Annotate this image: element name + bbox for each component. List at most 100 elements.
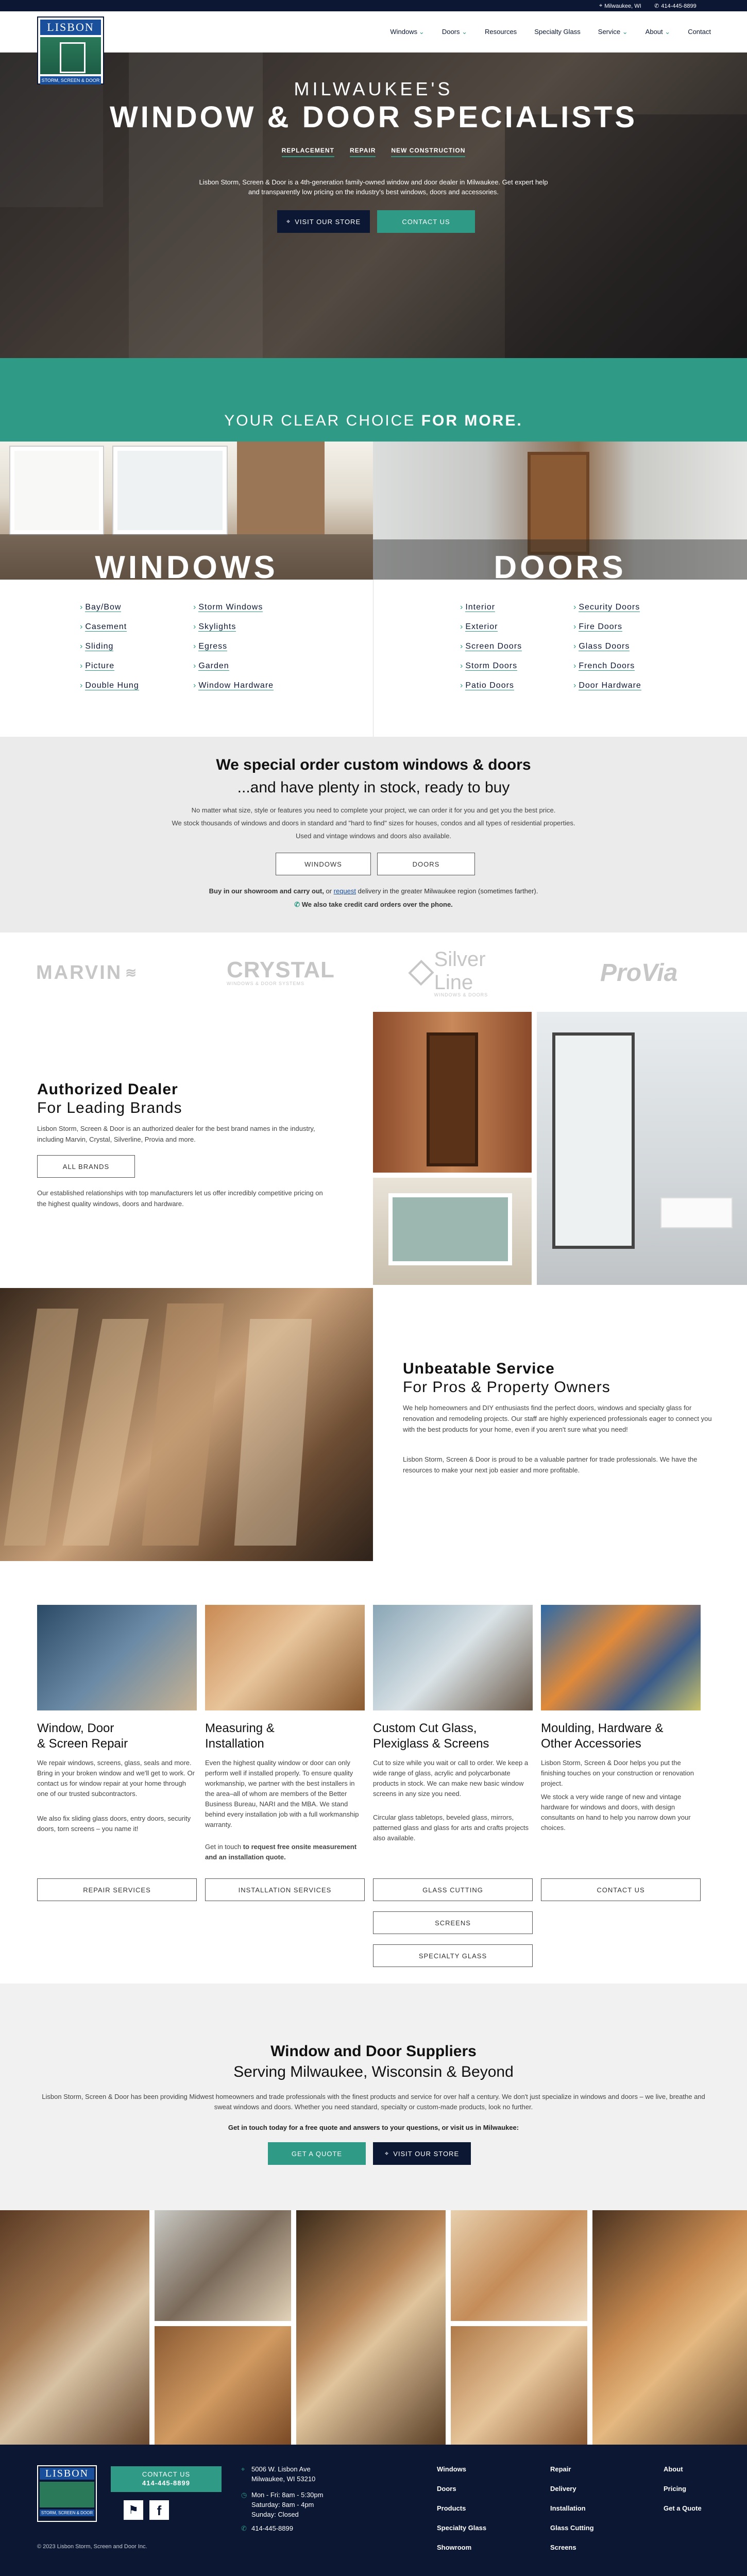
nav-windows[interactable]: Windows ⌄ bbox=[390, 28, 424, 36]
footer-link-screens[interactable]: Screens bbox=[550, 2544, 594, 2551]
footer-link-about[interactable]: About bbox=[664, 2465, 702, 2473]
visit-store-button-2[interactable]: ⌖ VISIT OUR STORE bbox=[373, 2142, 471, 2165]
map-pin-icon: ⌖ bbox=[286, 217, 291, 225]
link-storm-doors[interactable]: › Storm Doors bbox=[460, 662, 522, 675]
location-link[interactable]: ⌖ Milwaukee, WI bbox=[599, 3, 641, 9]
footer-link-repair[interactable]: Repair bbox=[550, 2465, 594, 2473]
clear-choice-band: YOUR CLEAR CHOICE FOR MORE. bbox=[0, 358, 747, 442]
link-exterior[interactable]: › Exterior bbox=[460, 622, 522, 636]
footer-link-get-quote[interactable]: Get a Quote bbox=[664, 2504, 702, 2512]
nav-resources[interactable]: Resources bbox=[485, 28, 517, 36]
gallery-doors-photo[interactable] bbox=[296, 2210, 446, 2445]
glass-cutting-photo bbox=[373, 1605, 533, 1710]
link-patio-doors[interactable]: › Patio Doors bbox=[460, 681, 522, 694]
footer-link-glass-cutting[interactable]: Glass Cutting bbox=[550, 2524, 594, 2532]
doors-list-2: › Security Doors › Fire Doors › Glass Doors… bbox=[573, 603, 641, 701]
nav-contact[interactable]: Contact bbox=[688, 28, 711, 36]
gallery-showroom-photo[interactable] bbox=[0, 2210, 149, 2445]
phone-link[interactable]: ✆ 414-445-8899 bbox=[654, 3, 697, 10]
provia-logo[interactable]: ProVia bbox=[600, 957, 714, 988]
footer-logo[interactable]: LISBON STORM, SCREEN & DOOR bbox=[37, 2465, 97, 2522]
special-order-heading: We special order custom windows & doors bbox=[216, 756, 531, 773]
request-link[interactable]: request bbox=[334, 887, 356, 895]
contact-us-button-2[interactable]: CONTACT US bbox=[541, 1878, 701, 1901]
footer-phone[interactable]: ✆ 414-445-8899 bbox=[241, 2524, 293, 2532]
specialty-glass-button[interactable]: SPECIALTY GLASS bbox=[373, 1944, 533, 1967]
warehouse-photo bbox=[0, 1288, 373, 1561]
footer-link-products[interactable]: Products bbox=[437, 2504, 486, 2512]
footer-link-installation[interactable]: Installation bbox=[550, 2504, 594, 2512]
gallery-staff-photo[interactable] bbox=[155, 2210, 291, 2321]
column-divider bbox=[373, 580, 374, 737]
link-casement[interactable]: › Casement bbox=[80, 622, 139, 636]
nav-service[interactable]: Service ⌄ bbox=[598, 28, 628, 36]
clock-icon: ◷ bbox=[241, 2491, 247, 2499]
footer-link-delivery[interactable]: Delivery bbox=[550, 2485, 594, 2493]
gallery-lumber-photo[interactable] bbox=[155, 2326, 291, 2445]
link-bay-bow[interactable]: › Bay/Bow bbox=[80, 603, 139, 616]
all-brands-button[interactable]: ALL BRANDS bbox=[37, 1155, 135, 1178]
link-window-hardware[interactable]: › Window Hardware bbox=[193, 681, 274, 694]
footer-nav-2: Repair Delivery Installation Glass Cutti… bbox=[550, 2465, 594, 2563]
site-logo[interactable]: LISBON STORM, SCREEN & DOOR bbox=[37, 16, 104, 84]
contact-us-button[interactable]: CONTACT US bbox=[377, 210, 475, 233]
authorized-heading: Authorized Dealer bbox=[37, 1081, 178, 1098]
footer-link-specialty-glass[interactable]: Specialty Glass bbox=[437, 2524, 486, 2532]
facebook-icon[interactable]: f bbox=[149, 2500, 169, 2520]
link-skylights[interactable]: › Skylights bbox=[193, 622, 274, 636]
link-egress[interactable]: › Egress bbox=[193, 642, 274, 655]
link-double-hung[interactable]: › Double Hung bbox=[80, 681, 139, 694]
chevron-down-icon: ⌄ bbox=[622, 28, 628, 36]
link-door-hardware[interactable]: › Door Hardware bbox=[573, 681, 641, 694]
doors-button[interactable]: DOORS bbox=[377, 853, 475, 875]
marvin-logo[interactable]: MARVIN ≋ bbox=[36, 957, 149, 988]
windows-button[interactable]: WINDOWS bbox=[276, 853, 371, 875]
link-glass-doors[interactable]: › Glass Doors bbox=[573, 642, 641, 655]
footer-link-showroom[interactable]: Showroom bbox=[437, 2544, 486, 2551]
link-screen-doors[interactable]: › Screen Doors bbox=[460, 642, 522, 655]
get-quote-button[interactable]: GET A QUOTE bbox=[268, 2142, 366, 2165]
service-heading: Unbeatable Service bbox=[403, 1360, 555, 1377]
footer-link-windows[interactable]: Windows bbox=[437, 2465, 486, 2473]
crystal-logo[interactable]: CRYSTAL WINDOWS & DOOR SYSTEMS bbox=[227, 957, 340, 988]
installation-services-button[interactable]: INSTALLATION SERVICES bbox=[205, 1878, 365, 1901]
doors-category-image[interactable]: DOORS bbox=[373, 442, 747, 580]
link-garden[interactable]: › Garden bbox=[193, 662, 274, 675]
glass-cutting-button[interactable]: GLASS CUTTING bbox=[373, 1878, 533, 1901]
silverline-logo[interactable]: Silver Line WINDOWS & DOORS bbox=[408, 948, 525, 997]
hardware-text-1: Lisbon Storm, Screen & Door helps you pu… bbox=[541, 1759, 694, 1787]
link-sliding[interactable]: › Sliding bbox=[80, 642, 139, 655]
nav-specialty-glass[interactable]: Specialty Glass bbox=[534, 28, 581, 36]
footer-link-pricing[interactable]: Pricing bbox=[664, 2485, 702, 2493]
link-interior[interactable]: › Interior bbox=[460, 603, 522, 616]
entry-door-photo bbox=[373, 1012, 532, 1173]
link-fire-doors[interactable]: › Fire Doors bbox=[573, 622, 641, 636]
link-picture[interactable]: › Picture bbox=[80, 662, 139, 675]
pricing-text: Our established relationships with top m… bbox=[37, 1189, 323, 1208]
repair-text-2: We also fix sliding glass doors, entry d… bbox=[37, 1815, 191, 1833]
gallery-trim-photo[interactable] bbox=[451, 2210, 587, 2321]
credit-card-note: ✆ We also take credit card orders over t… bbox=[294, 901, 453, 908]
hardware-title: Moulding, Hardware & Other Accessories bbox=[541, 1721, 664, 1751]
logo-mark bbox=[40, 37, 101, 74]
repair-services-button[interactable]: REPAIR SERVICES bbox=[37, 1878, 197, 1901]
nav-about[interactable]: About ⌄ bbox=[646, 28, 671, 36]
gallery-door-slab-photo[interactable] bbox=[592, 2210, 747, 2445]
footer-link-doors[interactable]: Doors bbox=[437, 2485, 486, 2493]
windows-category-image[interactable]: WINDOWS bbox=[0, 442, 373, 580]
nav-doors[interactable]: Doors ⌄ bbox=[442, 28, 467, 36]
gallery-moulding-photo[interactable] bbox=[451, 2326, 587, 2445]
installation-text-1: Even the highest quality window or door … bbox=[205, 1759, 359, 1828]
link-french-doors[interactable]: › French Doors bbox=[573, 662, 641, 675]
link-storm-windows[interactable]: › Storm Windows bbox=[193, 603, 274, 616]
tag-new-construction: NEW CONSTRUCTION bbox=[391, 147, 466, 157]
site-footer: LISBON STORM, SCREEN & DOOR CONTACT US 4… bbox=[0, 2445, 747, 2576]
link-security-doors[interactable]: › Security Doors bbox=[573, 603, 641, 616]
screens-button[interactable]: SCREENS bbox=[373, 1911, 533, 1934]
footer-address[interactable]: ⌖ 5006 W. Lisbon Ave Milwaukee, WI 53210 bbox=[241, 2464, 315, 2484]
visit-store-button[interactable]: ⌖ VISIT OUR STORE bbox=[277, 210, 370, 233]
site-header: LISBON STORM, SCREEN & DOOR Windows ⌄ Do… bbox=[0, 11, 747, 84]
bbb-icon[interactable]: ⚑ bbox=[124, 2500, 143, 2520]
special-text-2: We stock thousands of windows and doors … bbox=[172, 819, 575, 827]
footer-contact-button[interactable]: CONTACT US 414-445-8899 bbox=[111, 2466, 222, 2492]
